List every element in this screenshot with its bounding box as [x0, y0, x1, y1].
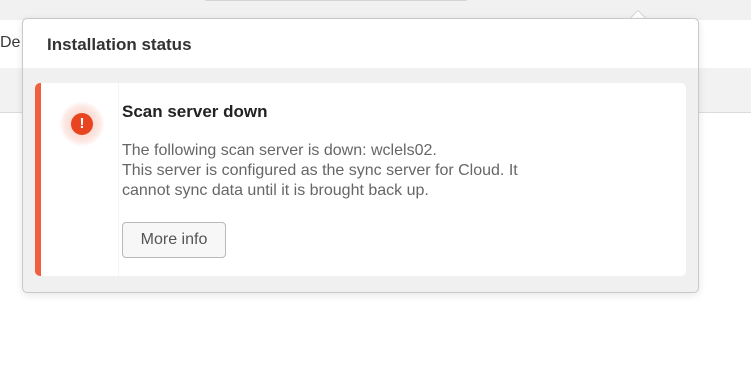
- alert-message-line: This server is configured as the sync se…: [122, 162, 518, 179]
- alert-message: The following scan server is down: wclel…: [122, 141, 662, 201]
- more-info-button[interactable]: More info: [122, 222, 226, 258]
- top-search-field-edge: [205, 0, 467, 1]
- exclamation-icon: !: [71, 113, 93, 135]
- alert-divider: [118, 83, 119, 276]
- alert-message-line: The following scan server is down: wclel…: [122, 142, 437, 159]
- installation-status-popover: Installation status ! Scan server down T…: [22, 18, 699, 293]
- alert-accent-bar: [35, 83, 41, 276]
- alert-card: ! Scan server down The following scan se…: [35, 83, 686, 276]
- popover-header: Installation status: [23, 19, 698, 68]
- background-tab[interactable]: De: [0, 34, 20, 52]
- alert-message-line: cannot sync data until it is brought bac…: [122, 182, 429, 199]
- alert-title: Scan server down: [122, 102, 268, 121]
- popover-title: Installation status: [47, 35, 192, 54]
